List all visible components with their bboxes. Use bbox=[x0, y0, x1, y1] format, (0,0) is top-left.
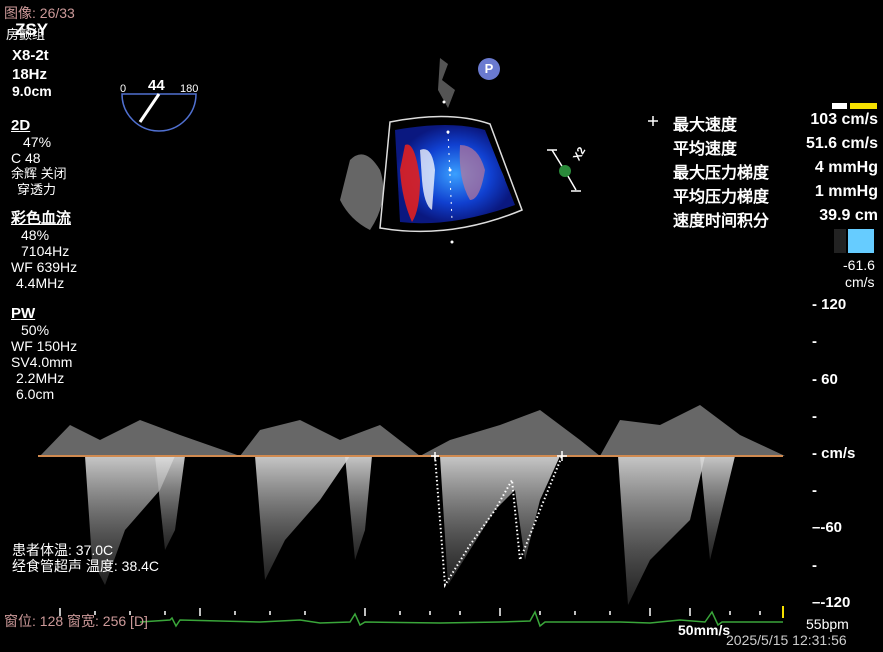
measurement-value: 4 mmHg bbox=[814, 159, 878, 176]
color-flow-sector-image[interactable] bbox=[320, 50, 530, 250]
heart-rate: 55bpm bbox=[806, 616, 849, 632]
angle-max: 180 bbox=[180, 83, 199, 95]
measurement-row: 平均压力梯度 1 mmHg bbox=[673, 183, 878, 206]
depth-value: 9.0cm bbox=[12, 83, 52, 99]
scale-tick: - 120 bbox=[812, 296, 847, 313]
parameter-panel: 2D 47% C 48 余辉 关闭 穿透力 彩色血流 48% 7104Hz WF… bbox=[11, 117, 77, 402]
measurement-row: 最大速度 103 cm/s bbox=[673, 111, 878, 134]
color-flow-gain: 48% bbox=[21, 227, 50, 243]
scale-tick: - bbox=[812, 408, 817, 425]
measurement-value: 103 cm/s bbox=[810, 111, 878, 128]
scale-tick: –-60 bbox=[812, 519, 843, 536]
flow-envelope bbox=[345, 456, 372, 560]
patient-code: ZSY bbox=[15, 20, 49, 39]
measurement-row: 速度时间积分 39.9 cm bbox=[673, 207, 878, 230]
scale-tick: - cm/s bbox=[812, 445, 856, 462]
measurement-value: 1 mmHg bbox=[814, 183, 878, 200]
color-scale-bar bbox=[834, 229, 874, 253]
color-flow-wall-filter: WF 639Hz bbox=[11, 259, 78, 275]
zoom-marker[interactable]: X2 bbox=[543, 145, 593, 198]
mode-2d-compress: C 48 bbox=[11, 150, 41, 166]
measurement-label: 最大速度 bbox=[673, 117, 738, 134]
pw-sample-volume: SV4.0mm bbox=[11, 354, 73, 370]
color-scale-unit: cm/s bbox=[845, 274, 875, 290]
measurement-label: 速度时间积分 bbox=[673, 213, 770, 230]
color-flow-title[interactable]: 彩色血流 bbox=[11, 210, 77, 227]
frame-rate: 18Hz bbox=[12, 66, 48, 83]
scale-tick: - 60 bbox=[812, 371, 838, 388]
scale-tick: - bbox=[812, 557, 817, 574]
mode-2d-penetration: 穿透力 bbox=[17, 182, 57, 197]
angle-value: 44 bbox=[148, 77, 165, 94]
scale-tick: –-120 bbox=[812, 594, 851, 611]
measurement-row: 平均速度 51.6 cm/s bbox=[673, 135, 878, 158]
measurement-row: 最大压力梯度 4 mmHg bbox=[673, 159, 878, 182]
sweep-speed: 50mm/s bbox=[678, 622, 731, 638]
probe-temperature: 经食管超声 温度: 38.4C bbox=[12, 558, 160, 574]
positive-flow-band bbox=[40, 405, 785, 456]
color-flow-prf: 7104Hz bbox=[21, 243, 70, 259]
velocity-scale: - 120 - - 60 - - cm/s - –-60 - –-120 bbox=[812, 296, 882, 614]
flow-envelope bbox=[618, 456, 705, 605]
datetime: 2025/5/15 12:31:56 bbox=[726, 632, 847, 648]
crosshair-icon bbox=[646, 114, 660, 128]
zoom-badge-icon[interactable]: P bbox=[478, 58, 500, 80]
mode-2d-persist: 余辉 关闭 bbox=[11, 166, 67, 181]
measurement-value: 51.6 cm/s bbox=[805, 135, 878, 152]
measurement-label: 平均速度 bbox=[673, 141, 738, 158]
image-counter: 图像: 26/33 bbox=[4, 5, 75, 21]
pw-wall-filter: WF 150Hz bbox=[11, 338, 78, 354]
pw-gain: 50% bbox=[21, 322, 50, 338]
patient-temperature: 患者体温: 37.0C bbox=[12, 542, 114, 558]
mode-2d-gain: 47% bbox=[23, 134, 52, 150]
flow-envelope bbox=[155, 456, 185, 550]
sector-svg bbox=[340, 58, 523, 244]
angle-min: 0 bbox=[120, 83, 127, 95]
measurement-label: 最大压力梯度 bbox=[673, 165, 770, 182]
color-flow-freq: 4.4MHz bbox=[16, 275, 65, 291]
measurement-results: 最大速度 103 cm/s 平均速度 51.6 cm/s 最大压力梯度 4 mm… bbox=[673, 111, 878, 230]
probe-name: X8-2t bbox=[12, 47, 49, 64]
measurement-label: 平均压力梯度 bbox=[673, 189, 770, 206]
scale-tick: - bbox=[812, 333, 817, 350]
scale-tick: - bbox=[812, 482, 817, 499]
probe-angle-indicator: 0 44 180 bbox=[118, 74, 200, 144]
window-level: 窗位: 128 窗宽: 256 [D] bbox=[4, 613, 148, 629]
flow-envelope bbox=[700, 456, 735, 560]
scale-bar-indicator bbox=[832, 103, 877, 109]
mode-2d-title[interactable]: 2D bbox=[11, 117, 77, 134]
color-scale-value: -61.6 bbox=[843, 257, 875, 273]
measurement-value: 39.9 cm bbox=[819, 207, 878, 224]
pw-title[interactable]: PW bbox=[11, 305, 77, 322]
flow-envelope bbox=[255, 456, 350, 580]
doppler-spectrum[interactable] bbox=[0, 380, 800, 612]
